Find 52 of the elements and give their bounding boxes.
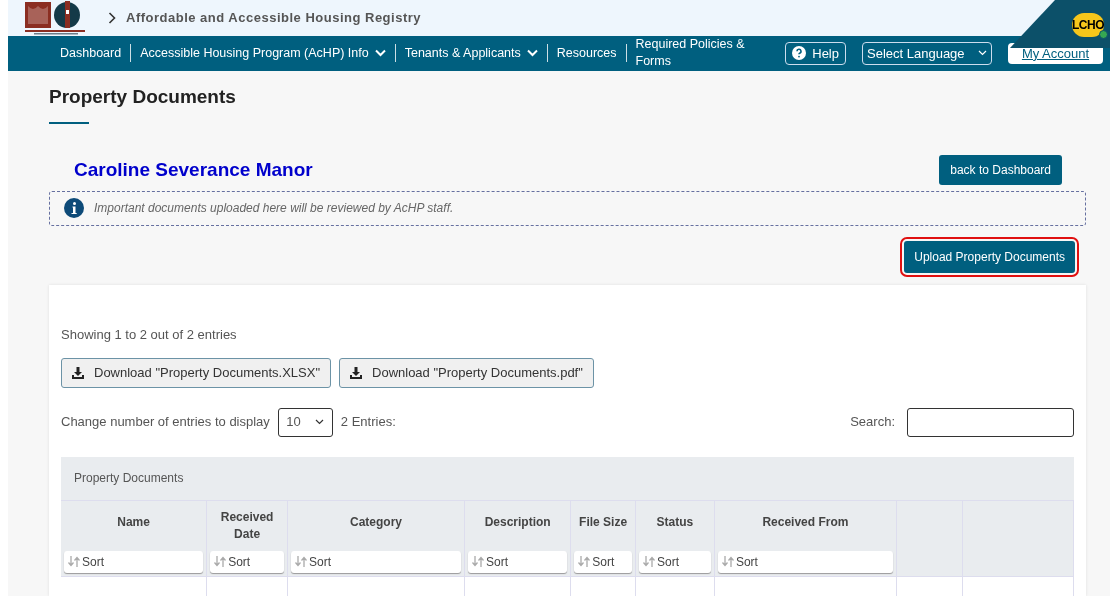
language-select[interactable]: Select Language xyxy=(862,41,992,66)
chevron-down-icon xyxy=(315,419,325,425)
help-icon xyxy=(792,46,807,61)
back-button[interactable]: back to Dashboard xyxy=(939,154,1062,185)
entries-select[interactable]: 10 xyxy=(277,407,333,437)
column-header[interactable]: Received From xyxy=(717,508,893,543)
download-icon xyxy=(72,366,84,379)
sort-icon xyxy=(68,556,80,567)
chevron-right-icon xyxy=(108,12,116,24)
nav-link[interactable]: Required Policies & Forms xyxy=(626,36,767,71)
search-field[interactable] xyxy=(907,407,1074,437)
sort-icon xyxy=(214,556,227,567)
sort-button[interactable]: Sort xyxy=(639,550,711,573)
entries-count: 2 Entries: xyxy=(340,413,396,432)
breadcrumb-title: Affordable and Accessible Housing Registry xyxy=(126,9,422,28)
download-button[interactable]: Download "Property Documents.pdf" xyxy=(339,358,594,388)
sort-button[interactable]: Sort xyxy=(574,550,632,573)
nav-link[interactable]: Dashboard xyxy=(51,44,131,63)
help-button[interactable]: Help xyxy=(785,41,846,66)
sort-button[interactable]: Sort xyxy=(291,550,462,573)
sort-icon xyxy=(721,556,734,567)
notice-text: Important documents uploaded here will be reviewed by AcHP staff. xyxy=(94,200,454,218)
sort-button[interactable]: Sort xyxy=(210,550,285,573)
sort-icon xyxy=(578,556,591,567)
sort-icon xyxy=(295,556,308,567)
property-name: Caroline Severance Manor xyxy=(74,157,313,182)
sort-button[interactable]: Sort xyxy=(468,550,568,573)
page-title: Property Documents xyxy=(49,84,237,109)
sort-button[interactable]: Sort xyxy=(64,550,204,573)
sort-icon xyxy=(643,556,655,567)
download-button[interactable]: Download "Property Documents.XLSX" xyxy=(61,358,331,388)
nav-link[interactable]: Tenants & Applicants xyxy=(395,44,547,63)
sort-icon xyxy=(472,556,485,567)
column-header[interactable]: Description xyxy=(468,508,568,543)
table-title: Property Documents xyxy=(61,456,1074,501)
chevron-down-icon xyxy=(374,49,386,58)
nav-link[interactable]: Accessible Housing Program (AcHP) Info xyxy=(131,44,395,63)
column-header[interactable]: File Size xyxy=(574,508,632,543)
chevron-down-icon xyxy=(526,49,538,58)
nav-link[interactable]: Resources xyxy=(547,44,626,63)
sort-button[interactable]: Sort xyxy=(717,550,893,573)
column-header[interactable]: Category xyxy=(291,508,462,543)
logo xyxy=(24,0,86,36)
column-header[interactable]: Name xyxy=(64,508,204,543)
search-label: Search: xyxy=(850,413,895,432)
entries-summary: Showing 1 to 2 out of 2 entries xyxy=(61,325,238,344)
column-header[interactable]: Status xyxy=(639,508,711,543)
chevron-down-icon xyxy=(978,50,987,57)
download-icon xyxy=(350,366,362,379)
info-icon xyxy=(64,198,84,219)
entries-label: Change number of entries to display xyxy=(61,413,270,432)
column-header[interactable]: Received Date xyxy=(210,503,285,543)
